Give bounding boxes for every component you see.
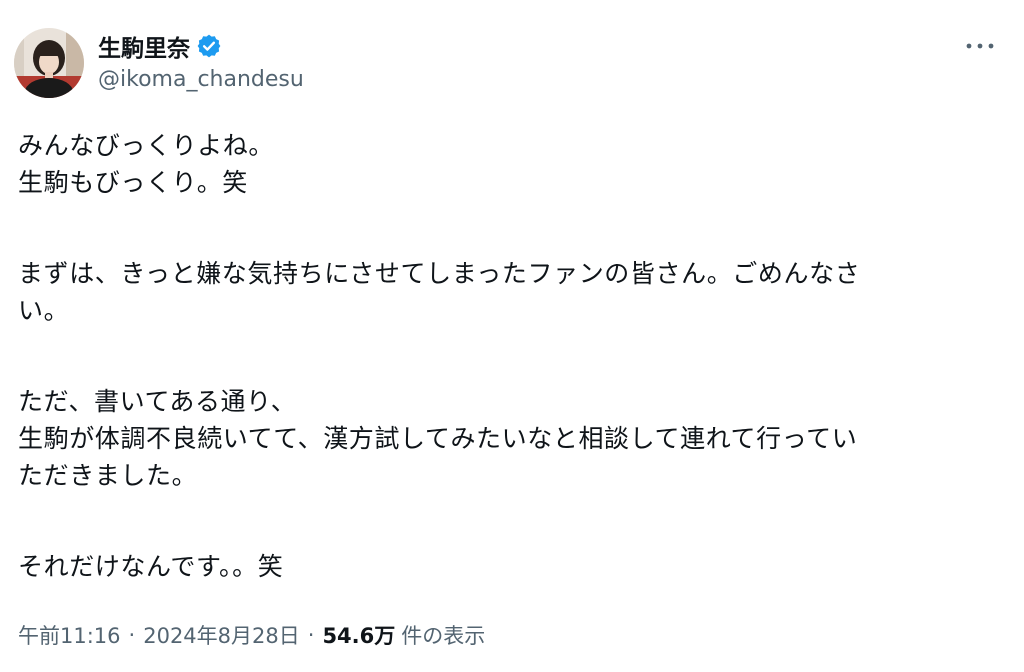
verified-badge-icon [196, 33, 222, 59]
tweet-text: みんなびっくりよね。 生駒もびっくり。笑 まずは、きっと嫌な気持ちにさせてしまっ… [18, 127, 1008, 585]
tweet-date[interactable]: 2024年8月28日 [143, 620, 300, 650]
more-horizontal-icon[interactable] [960, 32, 1000, 60]
display-name[interactable]: 生駒里奈 [98, 29, 190, 63]
author-name-row: 生駒里奈 [98, 30, 222, 62]
tweet-line: みんなびっくりよね。 [18, 131, 275, 160]
handle[interactable]: @ikoma_chandesu [98, 67, 304, 92]
tweet-line: ただきました。 [18, 461, 198, 490]
views-label: 件の表示 [401, 624, 486, 648]
tweet-line: 生駒もびっくり。笑 [18, 168, 248, 197]
separator: · [128, 623, 136, 647]
views-count[interactable]: 54.6万 [322, 620, 395, 650]
tweet-card: 生駒里奈 @ikoma_chandesu みんなびっくりよね。 生駒もびっくり。… [0, 0, 1024, 672]
tweet-line: い。 [18, 296, 70, 325]
avatar[interactable] [14, 28, 84, 98]
tweet-line: ただ、書いてある通り、 [18, 387, 297, 416]
tweet-meta: 午前11:16 · 2024年8月28日 · 54.6万 件の表示 [18, 620, 485, 650]
tweet-time[interactable]: 午前11:16 [18, 620, 121, 650]
separator: · [307, 623, 315, 647]
tweet-line: 生駒が体調不良続いてて、漢方試してみたいなと相談して連れて行ってい [18, 424, 858, 453]
tweet-line: まずは、きっと嫌な気持ちにさせてしまったファンの皆さん。ごめんなさ [18, 259, 861, 288]
tweet-line: それだけなんです。。笑 [18, 552, 284, 581]
